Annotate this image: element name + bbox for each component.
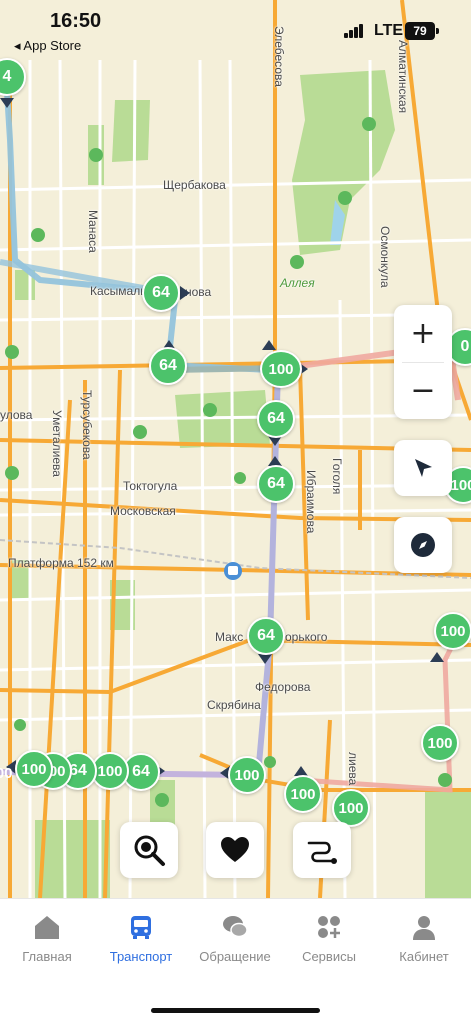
route-direction-arrow: [262, 340, 276, 350]
street-label-ulova: улова: [0, 408, 33, 422]
route-path-icon: [307, 841, 337, 864]
cellular-signal-icon: [344, 24, 364, 38]
route-marker-100[interactable]: 100: [228, 756, 266, 794]
user-icon: [413, 916, 435, 940]
tab-home[interactable]: Главная: [0, 913, 94, 973]
route-direction-arrow: [258, 654, 272, 664]
tab-label: Сервисы: [302, 949, 356, 964]
zoom-out-button[interactable]: −: [394, 362, 452, 419]
route-direction-arrow: [430, 652, 444, 662]
tab-label: Обращение: [199, 949, 271, 964]
home-icon: [35, 916, 59, 939]
street-label-maksima: Макс: [215, 630, 244, 644]
battery-tip: [436, 28, 439, 34]
street-label-fedorova: Федорова: [255, 680, 311, 694]
my-location-button[interactable]: [394, 440, 452, 496]
search-icon: [134, 835, 165, 866]
home-indicator: [151, 1008, 320, 1013]
street-label-tursubekova: Турсубекова: [80, 390, 94, 460]
station-label-platforma: Платформа 152 км: [8, 556, 114, 570]
street-label-ibraimova: Ибраимова: [304, 470, 318, 534]
street-label-umetalieva: Уметалиева: [50, 410, 64, 477]
route-marker-64[interactable]: 64: [257, 465, 295, 503]
route-marker-64[interactable]: 64: [257, 400, 295, 438]
route-marker-100[interactable]: 100: [421, 724, 459, 762]
zoom-in-button[interactable]: +: [394, 305, 452, 362]
tab-services[interactable]: Сервисы: [282, 913, 376, 973]
search-route-button[interactable]: [120, 822, 178, 878]
services-grid-icon: [318, 916, 340, 938]
status-bar: 16:50 ◂ App Store LTE 79: [0, 0, 471, 58]
favorites-button[interactable]: [206, 822, 264, 878]
street-label-skryabina: Скрябина: [207, 698, 261, 712]
street-label-gogolya: Гоголя: [330, 458, 344, 495]
street-label-moskovskaya: Московская: [110, 504, 176, 518]
tab-label: Главная: [22, 949, 72, 964]
zoom-controls: + −: [394, 305, 452, 419]
route-marker-64[interactable]: 64: [247, 617, 285, 655]
bus-icon: [131, 916, 151, 939]
back-to-app-store-link[interactable]: ◂ App Store: [14, 38, 81, 54]
status-time: 16:50: [50, 10, 102, 32]
street-label-kasymaly: Касымалы: [90, 284, 149, 298]
compass-icon: [411, 533, 435, 557]
route-marker-100[interactable]: 100: [15, 750, 53, 788]
heart-icon: [221, 837, 249, 862]
compass-button[interactable]: [394, 517, 452, 573]
tab-label: Транспорт: [109, 949, 173, 964]
tab-label: Кабинет: [399, 949, 449, 964]
chat-bubbles-icon: [223, 916, 248, 938]
park-area: [425, 790, 471, 898]
street-label-toktogula: Токтогула: [123, 479, 178, 493]
street-label-manasa: Манаса: [86, 210, 100, 253]
route-marker-100[interactable]: 100: [434, 612, 471, 650]
location-arrow-icon: [415, 459, 432, 477]
route-direction-arrow: [0, 98, 14, 108]
street-label-shcherbakova: Щербакова: [163, 178, 226, 192]
network-type: LTE: [374, 22, 404, 39]
route-marker-64[interactable]: 64: [149, 347, 187, 385]
tab-transport[interactable]: Транспорт: [94, 913, 188, 973]
street-label-aliyeva: лиева: [346, 752, 360, 786]
park-area: [112, 100, 150, 162]
bottom-tab-bar: Главная Транспорт Обращение Сервисы Каби…: [0, 898, 471, 1024]
battery-icon: 79: [405, 22, 435, 40]
route-marker-100[interactable]: 100: [260, 350, 302, 388]
street-label-osmonkula: Осмонкула: [378, 226, 392, 288]
route-planner-button[interactable]: [293, 822, 351, 878]
route-marker-100[interactable]: 100: [284, 775, 322, 813]
tab-cabinet[interactable]: Кабинет: [377, 913, 471, 973]
park-label-alleya: Аллея: [280, 276, 315, 290]
tab-appeal[interactable]: Обращение: [188, 913, 282, 973]
route-marker-64[interactable]: 64: [142, 274, 180, 312]
route-direction-arrow: [180, 286, 190, 300]
street-label-gorkogo: орького: [285, 630, 328, 644]
